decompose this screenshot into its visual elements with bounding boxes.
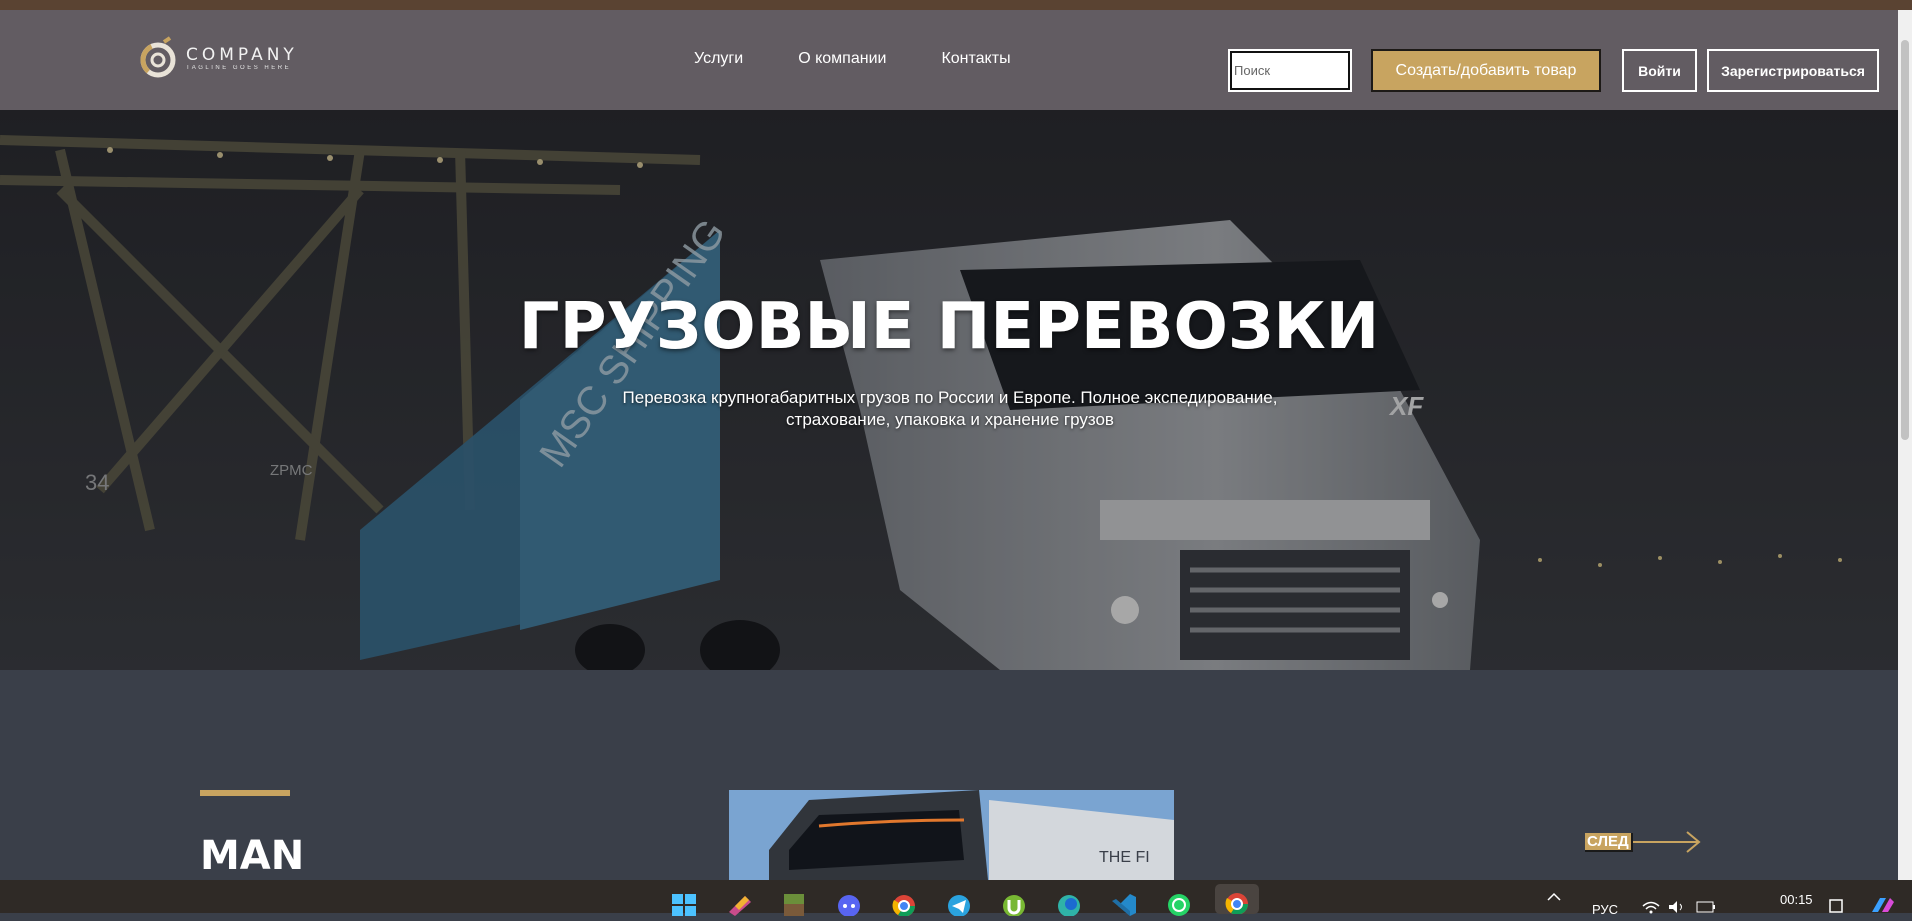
login-button[interactable]: Войти <box>1622 49 1697 92</box>
hero-title: ГРУЗОВЫЕ ПЕРЕВОЗКИ <box>518 290 1380 364</box>
company-logo[interactable]: COMPANY TAGLINE GOES HERE <box>138 36 298 82</box>
whatsapp-icon[interactable] <box>1165 892 1193 916</box>
battery-icon[interactable] <box>1696 900 1716 917</box>
utorrent-icon[interactable] <box>1000 892 1028 917</box>
tray-chevron-up-icon[interactable] <box>1546 888 1562 907</box>
brand-accent-bar <box>200 790 290 796</box>
logo-tagline: TAGLINE GOES HERE <box>186 65 292 71</box>
main-nav: Услуги О компании Контакты <box>694 50 1066 68</box>
language-indicator[interactable]: РУС <box>1592 902 1618 917</box>
edge-icon[interactable] <box>1055 892 1083 917</box>
create-product-button[interactable]: Создать/добавить товар <box>1371 49 1601 92</box>
windows-start-icon[interactable] <box>670 892 698 916</box>
search-input[interactable] <box>1228 49 1352 92</box>
next-label[interactable]: СЛЕД <box>1585 832 1633 852</box>
logo-name: COMPANY <box>186 45 298 65</box>
nav-about[interactable]: О компании <box>798 50 886 68</box>
hero-subtitle-line2: страхование, упаковка и хранение грузов <box>786 410 1114 429</box>
scrollbar-thumb[interactable] <box>1901 40 1909 440</box>
product-slider: MAN THE FI СЛЕД <box>0 670 1898 880</box>
wifi-icon[interactable] <box>1642 900 1660 917</box>
chrome-icon[interactable] <box>890 892 918 917</box>
hero-subtitle-line1: Перевозка крупногабаритных грузов по Рос… <box>622 388 1278 407</box>
windows-taskbar: РУС 00:15 <box>0 880 1912 917</box>
discord-icon[interactable] <box>835 892 863 917</box>
hero-subtitle: Перевозка крупногабаритных грузов по Рос… <box>580 387 1320 431</box>
telegram-icon[interactable] <box>945 892 973 917</box>
notification-icon[interactable] <box>1828 898 1844 917</box>
top-strip <box>0 0 1912 10</box>
slide-product-image: THE FI <box>729 790 1174 880</box>
minecraft-icon[interactable] <box>780 892 808 916</box>
register-button[interactable]: Зарегистрироваться <box>1707 49 1879 92</box>
logo-mark-icon <box>140 36 176 78</box>
nav-services[interactable]: Услуги <box>694 50 743 68</box>
site-header: COMPANY TAGLINE GOES HERE Услуги О компа… <box>0 10 1898 110</box>
nav-contacts[interactable]: Контакты <box>941 50 1010 68</box>
clock-time[interactable]: 00:15 <box>1780 892 1813 907</box>
vscode-icon[interactable] <box>1110 892 1138 916</box>
slide-brand-title: MAN <box>200 833 305 879</box>
copilot-icon[interactable] <box>1870 896 1896 917</box>
slider-next-button[interactable]: СЛЕД <box>1585 830 1703 854</box>
product-caption: THE FI <box>1099 849 1150 866</box>
arrow-right-icon[interactable] <box>1632 830 1703 854</box>
volume-icon[interactable] <box>1668 900 1686 917</box>
hero-banner: MSC SHIPPING XF 34 ZPMC ГРУЗОВЫЕ ПЕРЕВОЗ… <box>0 110 1898 670</box>
app-icon[interactable] <box>725 892 753 916</box>
page-scrollbar[interactable] <box>1898 10 1912 880</box>
chrome-active-icon[interactable] <box>1215 884 1259 915</box>
